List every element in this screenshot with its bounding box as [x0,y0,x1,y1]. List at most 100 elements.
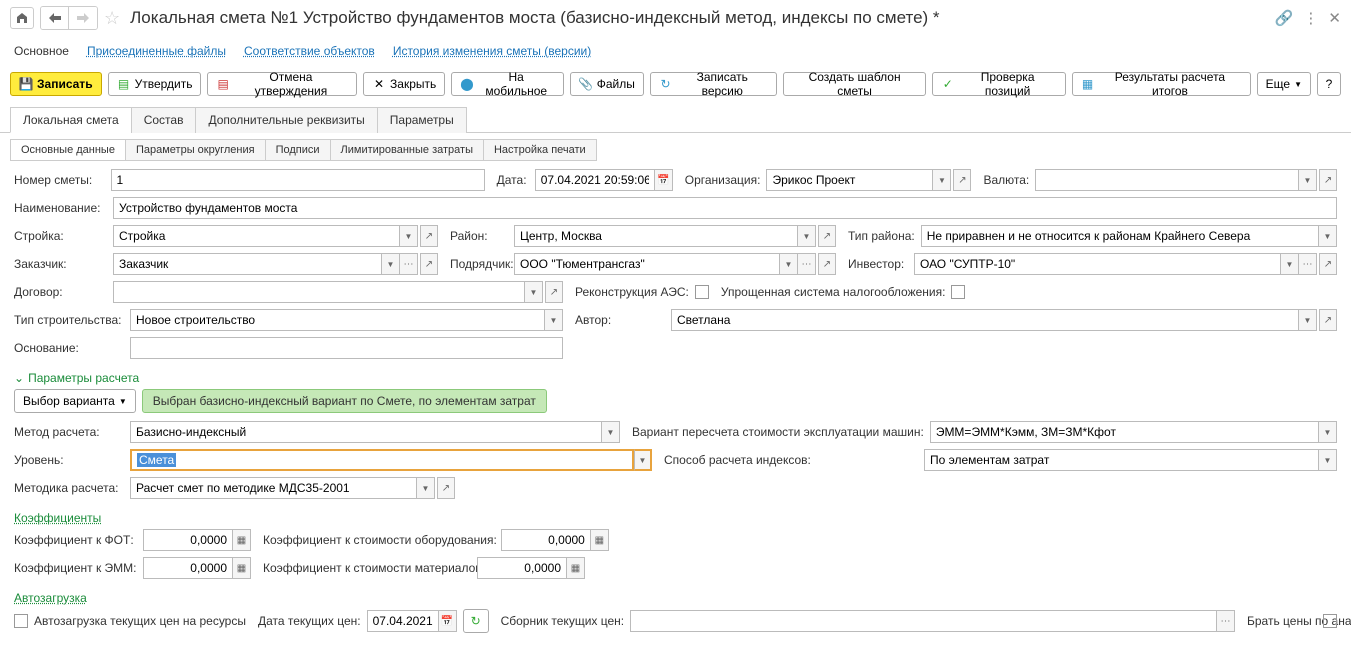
approve-button[interactable]: ▤Утвердить [108,72,202,96]
contractor-dropdown-icon[interactable]: ▼ [780,253,798,275]
date-input[interactable] [535,169,655,191]
nav-history[interactable]: История изменения сметы (версии) [393,44,591,58]
org-input[interactable] [766,169,933,191]
calc-section-header[interactable]: ⌄ Параметры расчета [14,365,1337,389]
idx-method-input[interactable] [924,449,1319,471]
investor-open-icon[interactable]: ↗ [1319,253,1337,275]
check-button[interactable]: ✓Проверка позиций [932,72,1066,96]
analog-checkbox[interactable] [1323,614,1337,628]
method-dropdown-icon[interactable]: ▼ [602,421,620,443]
basis-input[interactable] [130,337,563,359]
org-open-icon[interactable]: ↗ [953,169,971,191]
template-button[interactable]: Создать шаблон сметы [783,72,926,96]
variant-button[interactable]: Выбор варианта ▼ [14,389,136,413]
construction-input[interactable] [113,225,400,247]
calculator-icon[interactable]: ▦ [567,557,585,579]
construction-dropdown-icon[interactable]: ▼ [400,225,418,247]
calendar-icon[interactable]: 📅 [439,610,457,632]
back-button[interactable] [41,7,69,29]
subtab-rounding[interactable]: Параметры округления [125,139,266,161]
currency-dropdown-icon[interactable]: ▼ [1299,169,1317,191]
region-type-input[interactable] [921,225,1319,247]
more-icon[interactable]: ⋮ [1303,9,1318,27]
coef-equip-input[interactable] [501,529,591,551]
save-button[interactable]: 💾Записать [10,72,102,96]
recalc-dropdown-icon[interactable]: ▼ [1319,421,1337,443]
nav-correspondence[interactable]: Соответствие объектов [244,44,375,58]
subtab-print[interactable]: Настройка печати [483,139,597,161]
region-dropdown-icon[interactable]: ▼ [798,225,816,247]
methodology-input[interactable] [130,477,417,499]
subtab-limited[interactable]: Лимитированные затраты [330,139,484,161]
region-type-dropdown-icon[interactable]: ▼ [1319,225,1337,247]
subtab-signatures[interactable]: Подписи [265,139,331,161]
tab-parameters[interactable]: Параметры [377,107,467,133]
calculator-icon[interactable]: ▦ [233,529,251,551]
more-button[interactable]: Еще ▼ [1257,72,1311,96]
nav-main[interactable]: Основное [14,44,69,58]
number-input[interactable] [111,169,485,191]
build-type-input[interactable] [130,309,545,331]
autoload-date-input[interactable] [367,610,439,632]
idx-method-dropdown-icon[interactable]: ▼ [1319,449,1337,471]
tab-composition[interactable]: Состав [131,107,197,133]
calculator-icon[interactable]: ▦ [591,529,609,551]
author-dropdown-icon[interactable]: ▼ [1299,309,1317,331]
recalc-input[interactable] [930,421,1319,443]
method-input[interactable] [130,421,602,443]
coef-fot-input[interactable] [143,529,233,551]
save-version-button[interactable]: ↻Записать версию [650,72,777,96]
tab-local[interactable]: Локальная смета [10,107,132,133]
subtab-basic[interactable]: Основные данные [10,139,126,161]
recon-checkbox[interactable] [695,285,709,299]
autoload-checkbox[interactable] [14,614,28,628]
contract-dropdown-icon[interactable]: ▼ [525,281,543,303]
coef-emm-input[interactable] [143,557,233,579]
forward-button[interactable] [69,7,97,29]
author-open-icon[interactable]: ↗ [1319,309,1337,331]
contract-open-icon[interactable]: ↗ [545,281,563,303]
coef-section-link[interactable]: Коэффициенты [14,505,101,529]
currency-input[interactable] [1035,169,1299,191]
customer-input[interactable] [113,253,382,275]
contractor-open-icon[interactable]: ↗ [818,253,836,275]
customer-dots-icon[interactable]: ⋯ [400,253,418,275]
nav-attached-files[interactable]: Присоединенные файлы [87,44,226,58]
help-button[interactable]: ? [1317,72,1341,96]
mobile-button[interactable]: ⬤На мобильное [451,72,563,96]
methodology-dropdown-icon[interactable]: ▼ [417,477,435,499]
currency-open-icon[interactable]: ↗ [1319,169,1337,191]
investor-input[interactable] [914,253,1281,275]
calendar-icon[interactable]: 📅 [655,169,673,191]
customer-open-icon[interactable]: ↗ [420,253,438,275]
region-input[interactable] [514,225,798,247]
collection-input[interactable] [630,610,1217,632]
construction-open-icon[interactable]: ↗ [420,225,438,247]
level-input[interactable]: Смета [130,449,634,471]
investor-dropdown-icon[interactable]: ▼ [1281,253,1299,275]
unapprove-button[interactable]: ▤Отмена утверждения [207,72,357,96]
contractor-dots-icon[interactable]: ⋯ [798,253,816,275]
collection-dots-icon[interactable]: ⋯ [1217,610,1235,632]
name-input[interactable] [113,197,1337,219]
close-icon[interactable]: ✕ [1328,9,1341,27]
refresh-button[interactable]: ↻ [463,609,489,633]
build-type-dropdown-icon[interactable]: ▼ [545,309,563,331]
contractor-input[interactable] [514,253,780,275]
coef-mat-input[interactable] [477,557,567,579]
home-button[interactable] [10,7,34,29]
investor-dots-icon[interactable]: ⋯ [1299,253,1317,275]
close-button[interactable]: ✕Закрыть [363,72,445,96]
author-input[interactable] [671,309,1299,331]
link-icon[interactable]: 🔗 [1275,9,1294,27]
simplified-checkbox[interactable] [951,285,965,299]
contract-input[interactable] [113,281,525,303]
level-dropdown-icon[interactable]: ▼ [634,449,652,471]
region-open-icon[interactable]: ↗ [818,225,836,247]
calculator-icon[interactable]: ▦ [233,557,251,579]
files-button[interactable]: 📎Файлы [570,72,644,96]
customer-dropdown-icon[interactable]: ▼ [382,253,400,275]
favorite-star-icon[interactable]: ☆ [104,8,120,29]
results-button[interactable]: ▦Результаты расчета итогов [1072,72,1251,96]
autoload-section-link[interactable]: Автозагрузка [14,585,87,609]
